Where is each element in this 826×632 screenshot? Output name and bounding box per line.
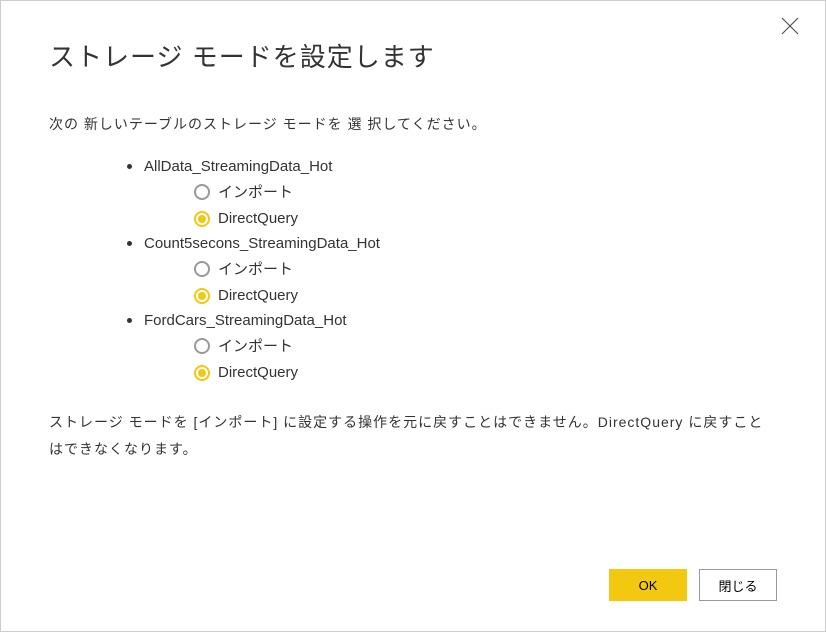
close-button[interactable]: 閉じる xyxy=(699,569,777,601)
dialog-title: ストレージ モードを設定します xyxy=(49,37,777,74)
table-name: FordCars_StreamingData_Hot xyxy=(144,312,347,329)
storage-mode-dialog: ストレージ モードを設定します 次の 新しいテーブルのストレージ モードを 選 … xyxy=(1,1,825,631)
table-name-row: FordCars_StreamingData_Hot xyxy=(127,312,777,329)
radio-label: DirectQuery xyxy=(218,364,298,381)
table-item: AllData_StreamingData_Hot インポート DirectQu… xyxy=(127,158,777,227)
table-name-row: Count5secons_StreamingData_Hot xyxy=(127,235,777,252)
table-list: AllData_StreamingData_Hot インポート DirectQu… xyxy=(127,158,777,381)
radio-label: DirectQuery xyxy=(218,210,298,227)
table-name-row: AllData_StreamingData_Hot xyxy=(127,158,777,175)
table-name: AllData_StreamingData_Hot xyxy=(144,158,332,175)
warning-text: ストレージ モードを [インポート] に設定する操作を元に戻すことはできません。… xyxy=(49,409,777,462)
radio-import[interactable]: インポート xyxy=(194,335,777,356)
table-item: Count5secons_StreamingData_Hot インポート Dir… xyxy=(127,235,777,304)
radio-icon xyxy=(194,184,210,200)
radio-import[interactable]: インポート xyxy=(194,181,777,202)
radio-group: インポート DirectQuery xyxy=(194,335,777,381)
radio-import[interactable]: インポート xyxy=(194,258,777,279)
radio-directquery[interactable]: DirectQuery xyxy=(194,287,777,304)
radio-icon xyxy=(194,211,210,227)
radio-icon xyxy=(194,365,210,381)
radio-icon xyxy=(194,261,210,277)
radio-label: インポート xyxy=(218,181,293,202)
close-icon[interactable] xyxy=(781,17,805,41)
bullet-icon xyxy=(127,164,132,169)
ok-button[interactable]: OK xyxy=(609,569,687,601)
bullet-icon xyxy=(127,318,132,323)
bullet-icon xyxy=(127,241,132,246)
radio-directquery[interactable]: DirectQuery xyxy=(194,210,777,227)
radio-directquery[interactable]: DirectQuery xyxy=(194,364,777,381)
radio-icon xyxy=(194,288,210,304)
button-row: OK 閉じる xyxy=(609,569,777,601)
radio-label: インポート xyxy=(218,335,293,356)
radio-group: インポート DirectQuery xyxy=(194,181,777,227)
table-item: FordCars_StreamingData_Hot インポート DirectQ… xyxy=(127,312,777,381)
table-name: Count5secons_StreamingData_Hot xyxy=(144,235,380,252)
radio-group: インポート DirectQuery xyxy=(194,258,777,304)
instruction-text: 次の 新しいテーブルのストレージ モードを 選 択してください。 xyxy=(49,114,777,134)
radio-label: DirectQuery xyxy=(218,287,298,304)
radio-icon xyxy=(194,338,210,354)
radio-label: インポート xyxy=(218,258,293,279)
